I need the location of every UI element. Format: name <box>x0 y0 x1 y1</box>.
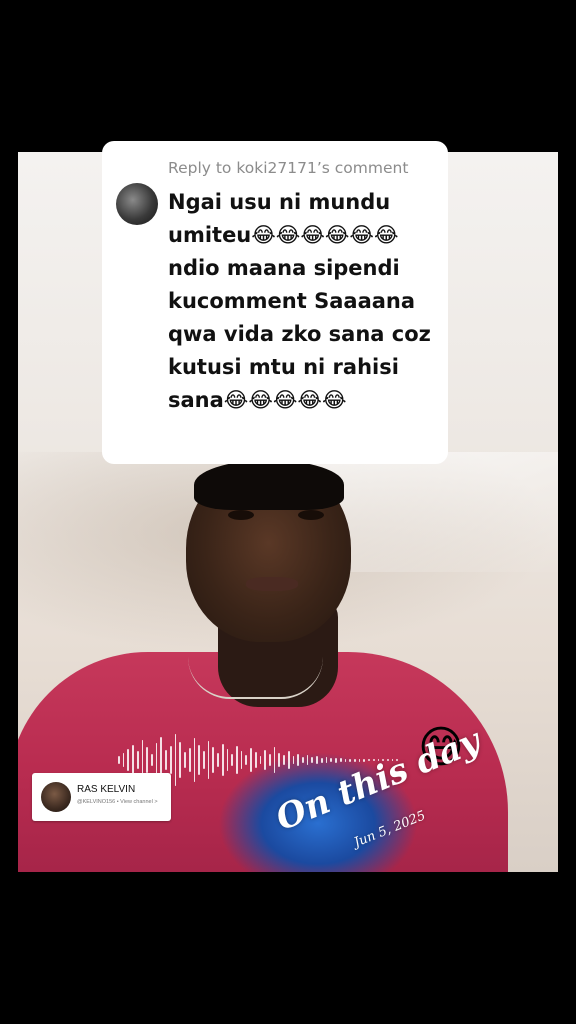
wave-bar <box>179 742 182 778</box>
wave-bar <box>235 746 238 774</box>
wave-bar <box>316 756 318 764</box>
wave-bar <box>339 758 342 762</box>
wave-bar <box>221 744 224 776</box>
wave-bar <box>245 755 248 765</box>
wave-bar <box>264 750 266 770</box>
comment-text: Ngai usu ni mundu umiteu😂😂😂😂😂😂 ndio maan… <box>168 190 431 412</box>
wave-bar <box>335 757 337 763</box>
wave-bar <box>122 753 125 767</box>
wave-bar <box>302 757 304 763</box>
wave-bar <box>344 758 347 762</box>
wave-bar <box>254 752 257 768</box>
wave-bar <box>269 754 271 766</box>
wave-bar <box>297 754 300 766</box>
wave-bar <box>132 745 134 775</box>
channel-sticker[interactable]: RAS KELVIN @KELVINO156 • View channel > <box>32 773 171 821</box>
wave-bar <box>278 753 281 767</box>
channel-meta: @KELVINO156 • View channel > <box>77 799 158 805</box>
reply-comment-bubble[interactable]: Reply to koki27171’s comment Ngai usu ni… <box>102 141 448 464</box>
wave-bar <box>320 757 323 763</box>
wave-bar <box>146 747 149 773</box>
wave-bar <box>358 758 361 762</box>
wave-bar <box>155 743 158 777</box>
wave-bar <box>353 758 356 762</box>
right-eye <box>298 510 324 520</box>
left-eye <box>228 510 254 520</box>
wave-bar <box>349 758 351 762</box>
wave-bar <box>259 756 262 764</box>
wave-bar <box>169 746 172 774</box>
wave-bar <box>273 747 276 773</box>
wave-bar <box>240 751 243 769</box>
wave-bar <box>231 754 233 766</box>
wave-bar <box>165 750 167 770</box>
wave-bar <box>202 751 205 769</box>
wave-bar <box>287 751 290 769</box>
channel-avatar <box>41 782 71 812</box>
wave-bar <box>151 754 153 766</box>
mouth <box>246 577 298 591</box>
wave-bar <box>217 753 219 767</box>
wave-bar <box>330 758 333 762</box>
wave-bar <box>184 752 186 768</box>
wave-bar <box>136 751 139 769</box>
wave-bar <box>207 741 210 779</box>
wave-bar <box>292 756 295 764</box>
commenter-avatar[interactable] <box>116 183 158 225</box>
wave-bar <box>174 734 177 786</box>
wave-bar <box>325 757 328 763</box>
wave-bar <box>283 755 285 765</box>
wave-bar <box>127 749 130 771</box>
wave-bar <box>311 757 314 763</box>
wave-bar <box>306 755 309 765</box>
wave-bar <box>193 738 196 782</box>
reply-to-label: Reply to koki27171’s comment <box>168 159 409 177</box>
wave-bar <box>363 758 366 762</box>
wave-bar <box>212 747 215 773</box>
hair <box>194 460 344 510</box>
necklace <box>188 657 323 699</box>
channel-name: RAS KELVIN <box>77 784 136 795</box>
wave-bar <box>226 749 229 771</box>
wave-bar <box>250 748 252 772</box>
wave-bar <box>118 756 120 764</box>
wave-bar <box>198 745 200 775</box>
wave-bar <box>188 748 191 772</box>
